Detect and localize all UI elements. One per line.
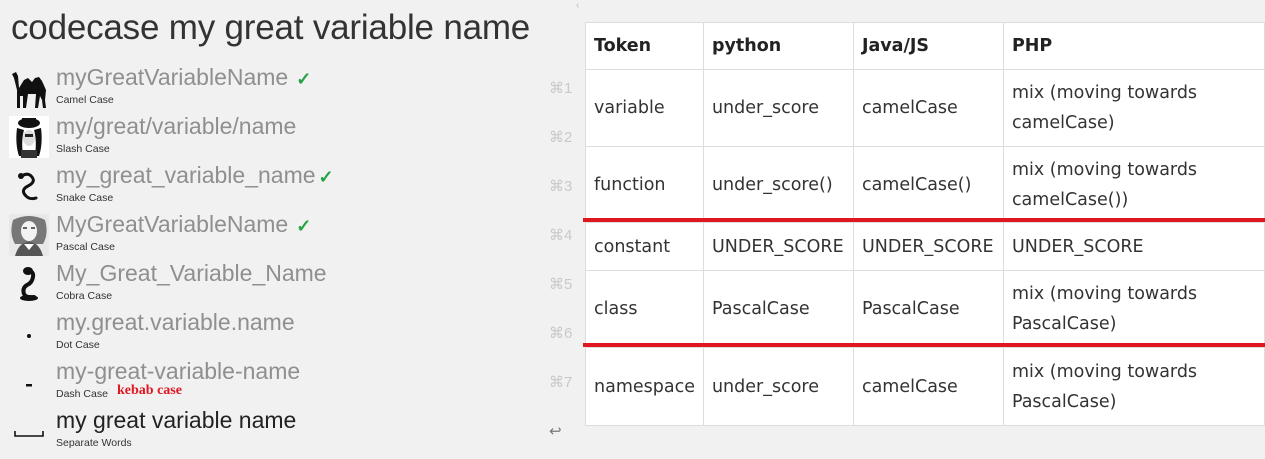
launcher-panel: ‹ codecase my great variable name myGrea… [0, 0, 580, 459]
table-cell: PascalCase [852, 270, 1004, 348]
result-subtitle: Pascal Case [56, 241, 115, 253]
result-item-snake[interactable]: my_great_variable_name ✓ Snake Case ⌘3 [0, 162, 580, 213]
check-icon: ✓ [296, 216, 312, 236]
table-row: constant UNDER_SCORE UNDER_SCORE UNDER_S… [585, 222, 1265, 271]
column-header: Java/JS [852, 22, 1004, 70]
result-subtitle: Snake Case [56, 192, 114, 204]
column-header: PHP [1002, 22, 1265, 70]
result-item-dot[interactable]: my.great.variable.name Dot Case ⌘6 [0, 309, 580, 360]
table-cell: camelCase [852, 347, 1004, 426]
table-cell: constant [585, 222, 704, 271]
result-subtitle: Camel Case [56, 94, 114, 106]
shortcut-hint: ⌘4 [549, 227, 573, 244]
check-icon: ✓ [318, 167, 334, 187]
table-cell: class [585, 270, 704, 348]
result-item-camel[interactable]: myGreatVariableName ✓ Camel Case ⌘1 [0, 64, 580, 115]
table-cell: under_score [702, 347, 854, 426]
shortcut-hint: ⌘1 [549, 80, 573, 97]
space-icon [8, 409, 50, 453]
dot-icon [8, 311, 50, 355]
dash-icon [8, 360, 50, 404]
slash-portrait-icon [8, 115, 50, 159]
result-name: myGreatVariableName [56, 64, 289, 90]
table-cell: under_score [702, 69, 854, 147]
result-subtitle: Cobra Case [56, 290, 113, 302]
table-cell: function [585, 146, 704, 223]
pascal-portrait-icon [8, 213, 50, 257]
result-name: my-great-variable-name [56, 358, 301, 384]
shortcut-hint: ⌘3 [549, 178, 573, 195]
result-item-separate-words[interactable]: my great variable name Separate Words ↩ [0, 407, 580, 458]
highlight-divider-line [583, 343, 1265, 347]
table-cell: variable [585, 69, 704, 147]
result-name: my_great_variable_name [56, 162, 316, 188]
result-item-pascal[interactable]: MyGreatVariableName ✓ Pascal Case ⌘4 [0, 211, 580, 262]
table-cell: UNDER_SCORE [1002, 222, 1265, 271]
result-subtitle: Separate Words [56, 437, 132, 449]
result-subtitle: Dash Case [56, 388, 108, 400]
result-name: my/great/variable/name [56, 113, 297, 139]
table-cell: mix (moving towards camelCase) [1002, 69, 1265, 147]
result-item-cobra[interactable]: My_Great_Variable_Name Cobra Case ⌘5 [0, 260, 580, 311]
result-subtitle: Dot Case [56, 339, 100, 351]
column-header: python [702, 22, 854, 70]
table-cell: mix (moving towards PascalCase) [1002, 347, 1265, 426]
result-name: MyGreatVariableName [56, 211, 289, 237]
table-cell: mix (moving towards camelCase()) [1002, 146, 1265, 223]
table-cell: UNDER_SCORE [702, 222, 854, 271]
table-row: function under_score() camelCase() mix (… [585, 146, 1265, 223]
column-header: Token [585, 22, 704, 70]
kebab-case-annotation: kebab case [117, 383, 182, 398]
table-cell: camelCase() [852, 146, 1004, 223]
table-row: variable under_score camelCase mix (movi… [585, 69, 1265, 147]
return-key-icon: ↩ [549, 423, 562, 440]
result-name: My_Great_Variable_Name [56, 260, 327, 286]
table-row: namespace under_score camelCase mix (mov… [585, 347, 1265, 426]
table-cell: under_score() [702, 146, 854, 223]
table-cell: namespace [585, 347, 704, 426]
result-item-dash[interactable]: my-great-variable-name Dash Case kebab c… [0, 358, 580, 409]
table-cell: camelCase [852, 69, 1004, 147]
table-cell: PascalCase [702, 270, 854, 348]
highlight-divider-line [583, 218, 1265, 222]
shortcut-hint: ⌘6 [549, 325, 573, 342]
shortcut-hint: ⌘5 [549, 276, 573, 293]
naming-conventions-table: Token python Java/JS PHP variable under_… [585, 22, 1265, 426]
result-name: my.great.variable.name [56, 309, 295, 335]
shortcut-hint: ⌘7 [549, 374, 573, 391]
result-name: my great variable name [56, 407, 297, 433]
result-subtitle: Slash Case [56, 143, 110, 155]
table-row: class PascalCase PascalCase mix (moving … [585, 270, 1265, 348]
camel-icon [8, 66, 50, 110]
snake-icon [8, 164, 50, 208]
cobra-icon [8, 262, 50, 306]
table-cell: UNDER_SCORE [852, 222, 1004, 271]
search-query[interactable]: codecase my great variable name [11, 8, 530, 48]
result-item-slash[interactable]: my/great/variable/name Slash Case ⌘2 [0, 113, 580, 164]
table-header-row: Token python Java/JS PHP [585, 22, 1265, 70]
shortcut-hint: ⌘2 [549, 129, 573, 146]
table-cell: mix (moving towards PascalCase) [1002, 270, 1265, 348]
check-icon: ✓ [296, 69, 312, 89]
